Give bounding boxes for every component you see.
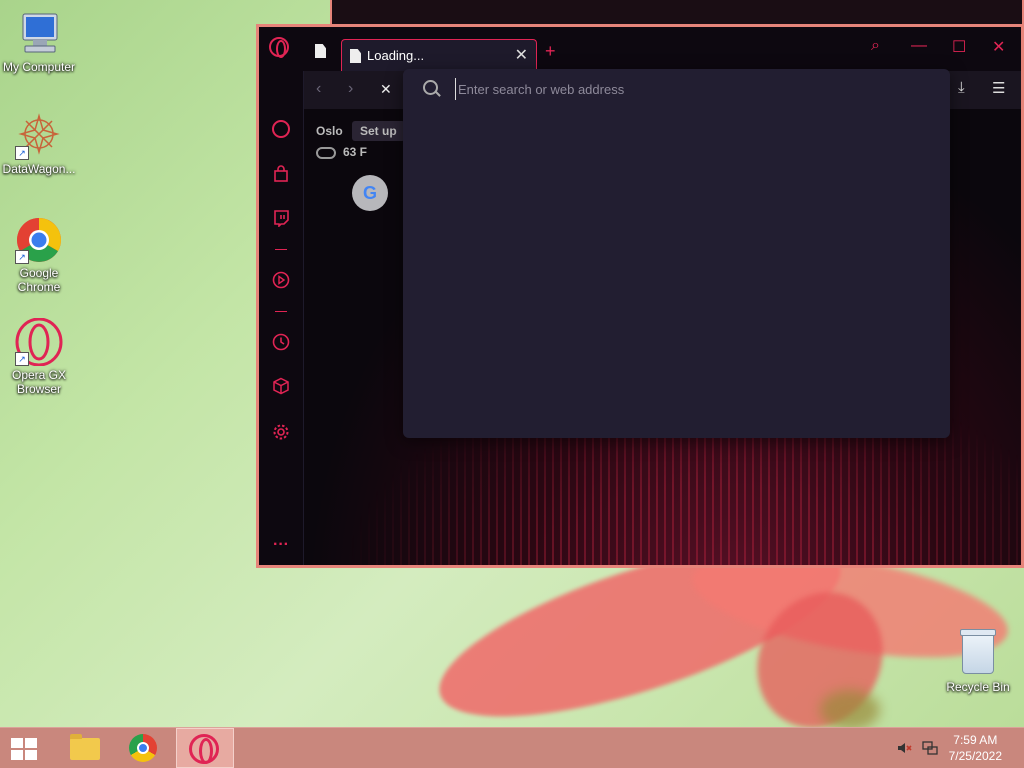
settings-icon[interactable] [271,423,291,443]
tab-loading[interactable]: Loading... ✕ [341,39,537,71]
network-icon[interactable] [922,740,938,759]
volume-muted-icon[interactable] [896,740,912,759]
weather-city: Oslo [316,124,343,138]
desktop-icon-datawagon[interactable]: ↗ DataWagon... [1,112,77,176]
chrome-icon: ↗ [15,216,63,264]
tab-title: Loading... [367,48,425,63]
speedometer-icon[interactable] [271,119,291,139]
minimize-button[interactable]: — [911,37,927,55]
tab-island-icon[interactable] [315,44,326,58]
more-icon[interactable]: ··· [271,535,291,555]
speed-dial-google[interactable]: G [352,175,388,211]
cloud-icon [316,147,336,159]
shopping-bag-icon[interactable] [271,165,291,185]
sidebar: ··· [259,71,303,565]
clock-time: 7:59 AM [953,733,998,747]
computer-icon [15,10,63,58]
system-clock[interactable]: 7:59 AM 7/25/2022 [949,732,1002,764]
chrome-icon [129,734,157,762]
sidebar-separator [275,249,287,250]
desktop-icon-recycle-bin[interactable]: Recycle Bin [940,629,1016,694]
background-browser-window[interactable] [330,0,1024,26]
twitch-icon[interactable] [271,209,291,229]
downloads-icon[interactable]: ⤓ [958,79,965,96]
folder-icon [70,734,100,760]
shortcut-arrow-icon: ↗ [15,146,29,160]
desktop-icon-label: Recycle Bin [946,680,1010,694]
sidebar-separator [275,311,287,312]
title-bar[interactable]: Loading... ✕ + ⌕ — ☐ ✕ [259,27,1021,71]
weather-temperature: 63 F [343,145,368,159]
datawagon-icon: ↗ [15,112,63,160]
start-button[interactable] [0,728,52,768]
search-icon [423,80,438,95]
desktop-icon-label: My Computer [2,60,76,74]
windows-logo-icon [11,738,39,760]
address-bar-input[interactable] [455,78,920,100]
close-window-button[interactable]: ✕ [992,37,1005,57]
page-icon [350,49,361,63]
desktop-icon-google-chrome[interactable]: ↗ Google Chrome [1,216,77,294]
desktop-icon-label: Google Chrome [17,266,61,294]
easy-setup-icon[interactable]: ☰ [992,79,1005,97]
new-tab-button[interactable]: + [545,41,556,62]
history-icon[interactable] [271,333,291,353]
wallpaper-stem [820,690,880,730]
maximize-button[interactable]: ☐ [952,37,966,57]
recycle-bin-icon [960,629,996,674]
shortcut-arrow-icon: ↗ [15,250,29,264]
tab-close-icon[interactable]: ✕ [515,45,528,65]
taskbar-opera-gx[interactable] [176,728,234,768]
player-icon[interactable] [271,271,291,291]
clock-date: 7/25/2022 [948,749,1002,763]
desktop-icon-my-computer[interactable]: My Computer [1,10,77,74]
address-bar-dropdown [403,69,950,438]
forward-button[interactable]: › [348,80,353,98]
taskbar: 7:59 AM 7/25/2022 [0,727,1024,768]
extensions-icon[interactable] [271,377,291,397]
shortcut-arrow-icon: ↗ [15,352,29,366]
taskbar-file-explorer[interactable] [56,728,108,768]
opera-menu-icon[interactable] [269,37,289,58]
search-tabs-icon[interactable]: ⌕ [871,37,880,55]
stop-loading-button[interactable]: ✕ [380,81,392,98]
desktop-icon-opera-gx[interactable]: ↗ Opera GX Browser [1,317,77,396]
taskbar-google-chrome[interactable] [118,728,170,768]
back-button[interactable]: ‹ [316,80,321,98]
desktop-icon-label: Opera GX Browser [11,368,67,396]
desktop-icon-label: DataWagon... [2,162,76,176]
weather-setup-button[interactable]: Set up [352,121,405,141]
opera-gx-icon: ↗ [15,317,63,367]
opera-gx-icon [189,734,219,764]
